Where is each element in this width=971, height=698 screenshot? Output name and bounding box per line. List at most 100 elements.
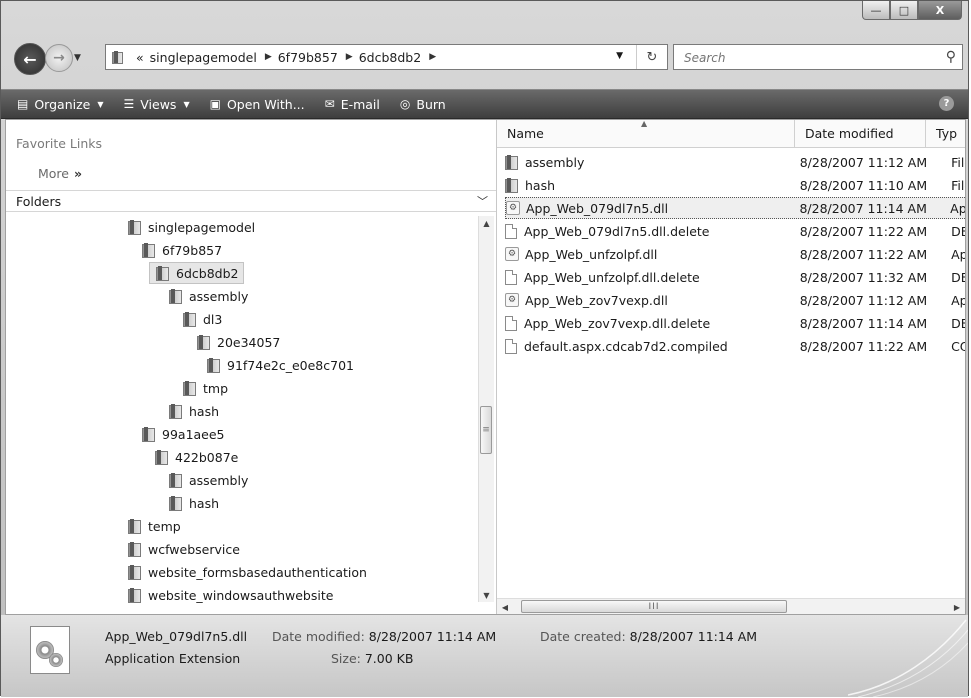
views-button[interactable]: ☰ Views ▼ <box>120 95 194 114</box>
dll-gear-icon: ⚙ <box>505 247 519 261</box>
file-type: Ap <box>951 292 965 308</box>
recent-pages-dropdown-icon[interactable]: ▼ <box>74 53 81 63</box>
file-row[interactable]: assembly 8/28/2007 11:12 AM File <box>505 151 965 173</box>
file-date: 8/28/2007 11:22 AM <box>799 246 928 262</box>
open-with-label: Open With... <box>226 96 305 112</box>
tree-item[interactable]: assembly <box>169 285 248 307</box>
search-input[interactable] <box>682 46 926 70</box>
breadcrumb-6f79b857[interactable]: 6f79b857 <box>278 50 338 65</box>
tree-item[interactable]: dl3 <box>183 308 222 330</box>
file-row[interactable]: hash 8/28/2007 11:10 AM File <box>505 174 965 196</box>
organize-button[interactable]: ▤ Organize ▼ <box>13 95 108 114</box>
file-date: 8/28/2007 11:12 AM <box>799 154 928 170</box>
file-list-scrollbar[interactable]: ◀ III ▶ <box>497 598 965 614</box>
file-row[interactable]: ⚙ App_Web_zov7vexp.dll 8/28/2007 11:12 AM… <box>505 289 965 311</box>
favorite-links-heading: Favorite Links <box>16 136 103 151</box>
tree-item[interactable]: 99a1aee5 <box>142 423 225 445</box>
breadcrumb-separator-icon[interactable]: ▶ <box>265 52 272 62</box>
organize-label: Organize <box>34 96 91 112</box>
folders-header[interactable]: Folders ﹀ <box>6 190 496 212</box>
scroll-right-icon[interactable]: ▶ <box>949 599 965 614</box>
tree-item[interactable]: singlepagemodel <box>128 216 255 238</box>
search-icon[interactable]: ⚲ <box>946 49 956 65</box>
details-modified-label: Date modified: <box>272 629 365 644</box>
tree-item-label: 422b087e <box>175 449 239 465</box>
file-name: assembly <box>525 154 585 170</box>
file-row[interactable]: App_Web_079dl7n5.dll.delete 8/28/2007 11… <box>505 220 965 242</box>
more-links-button[interactable]: More » <box>38 166 82 181</box>
breadcrumb-singlepagemodel[interactable]: singlepagemodel <box>150 50 257 65</box>
file-row[interactable]: ⚙ App_Web_unfzolpf.dll 8/28/2007 11:22 AM… <box>505 243 965 265</box>
tree-item-label: website_windowsauthwebsite <box>148 587 334 603</box>
file-row-selected[interactable]: ⚙ App_Web_079dl7n5.dll 8/28/2007 11:14 AM… <box>505 197 965 219</box>
file-name: App_Web_zov7vexp.dll <box>525 292 668 308</box>
back-arrow-icon: ← <box>23 49 37 69</box>
tree-item[interactable]: tmp <box>183 377 228 399</box>
folder-icon <box>128 564 141 580</box>
file-icon <box>505 315 517 331</box>
tree-item[interactable]: 422b087e <box>155 446 238 468</box>
address-bar[interactable]: « singlepagemodel ▶ 6f79b857 ▶ 6dcb8db2 … <box>105 44 668 70</box>
explorer-window: — □ X ← → ▼ « singlepagemodel ▶ 6f79b857… <box>0 0 969 697</box>
tree-item[interactable]: 91f74e2c_e0e8c701 <box>207 354 354 376</box>
breadcrumb-overflow[interactable]: « <box>136 50 144 65</box>
tree-item[interactable]: 6f79b857 <box>142 239 222 261</box>
close-button[interactable]: X <box>918 1 962 20</box>
column-header-label: Date modified <box>805 126 894 141</box>
folder-tree-scrollbar[interactable]: ▲ ≡ ▼ <box>478 216 494 602</box>
column-header-type[interactable]: Typ <box>926 120 965 148</box>
tree-item-selected[interactable]: 6dcb8db2 <box>149 262 245 284</box>
tree-item[interactable]: website_formsbasedauthentication <box>128 561 367 583</box>
search-box[interactable]: ⚲ <box>673 44 963 70</box>
file-date: 8/28/2007 11:12 AM <box>799 292 928 308</box>
folder-icon <box>169 472 182 488</box>
disc-icon: ◎ <box>399 97 411 111</box>
tree-item[interactable]: wcfwebservice <box>128 538 240 560</box>
file-row[interactable]: default.aspx.cdcab7d2.compiled 8/28/2007… <box>505 335 965 357</box>
breadcrumb-separator-icon[interactable]: ▶ <box>429 52 436 62</box>
column-header-name[interactable]: Name ▲ <box>497 120 795 148</box>
burn-button[interactable]: ◎ Burn <box>396 95 450 114</box>
tree-item[interactable]: hash <box>169 492 219 514</box>
tree-item[interactable]: website_windowsauthwebsite <box>128 584 333 606</box>
chevron-down-icon: ▼ <box>183 99 190 109</box>
tree-item[interactable]: temp <box>128 515 181 537</box>
tree-item[interactable]: 20e34057 <box>197 331 280 353</box>
file-name: App_Web_079dl7n5.dll <box>526 200 669 216</box>
address-dropdown-icon[interactable]: ▼ <box>616 51 623 61</box>
minimize-button[interactable]: — <box>862 1 890 20</box>
tree-item-label: 6f79b857 <box>162 242 223 258</box>
maximize-button[interactable]: □ <box>890 1 918 20</box>
open-with-button[interactable]: ▣ Open With... <box>206 95 309 114</box>
folder-icon <box>183 380 196 396</box>
refresh-icon[interactable]: ↻ <box>636 45 667 69</box>
scroll-left-icon[interactable]: ◀ <box>497 599 513 614</box>
file-date: 8/28/2007 11:14 AM <box>799 315 928 331</box>
column-header-date[interactable]: Date modified <box>795 120 926 148</box>
file-row[interactable]: App_Web_unfzolpf.dll.delete 8/28/2007 11… <box>505 266 965 288</box>
tree-item-label: wcfwebservice <box>148 541 240 557</box>
scrollbar-thumb[interactable]: ≡ <box>480 406 492 454</box>
tree-item[interactable]: assembly <box>169 469 248 491</box>
file-type: DE <box>951 223 965 239</box>
scroll-up-icon[interactable]: ▲ <box>479 216 494 230</box>
email-button[interactable]: ✉ E-mail <box>321 95 384 114</box>
breadcrumb-6dcb8db2[interactable]: 6dcb8db2 <box>359 50 421 65</box>
folder-icon <box>128 219 141 235</box>
column-header-label: Typ <box>936 126 958 141</box>
scroll-down-icon[interactable]: ▼ <box>479 588 494 602</box>
back-button[interactable]: ← <box>14 43 46 75</box>
details-modified-value: 8/28/2007 11:14 AM <box>368 629 497 644</box>
file-date: 8/28/2007 11:22 AM <box>799 338 928 354</box>
file-row[interactable]: App_Web_zov7vexp.dll.delete 8/28/2007 11… <box>505 312 965 334</box>
scrollbar-thumb[interactable]: III <box>521 600 787 613</box>
dll-gear-icon: ⚙ <box>506 201 520 215</box>
tree-item-label: website_formsbasedauthentication <box>148 564 367 580</box>
forward-button[interactable]: → <box>45 44 73 72</box>
details-created: Date created: 8/28/2007 11:14 AM <box>540 629 757 644</box>
file-type: DE <box>951 269 965 285</box>
breadcrumb-separator-icon[interactable]: ▶ <box>346 52 353 62</box>
help-icon[interactable]: ? <box>939 96 954 111</box>
tree-item[interactable]: hash <box>169 400 219 422</box>
tree-item-label: 20e34057 <box>217 334 281 350</box>
